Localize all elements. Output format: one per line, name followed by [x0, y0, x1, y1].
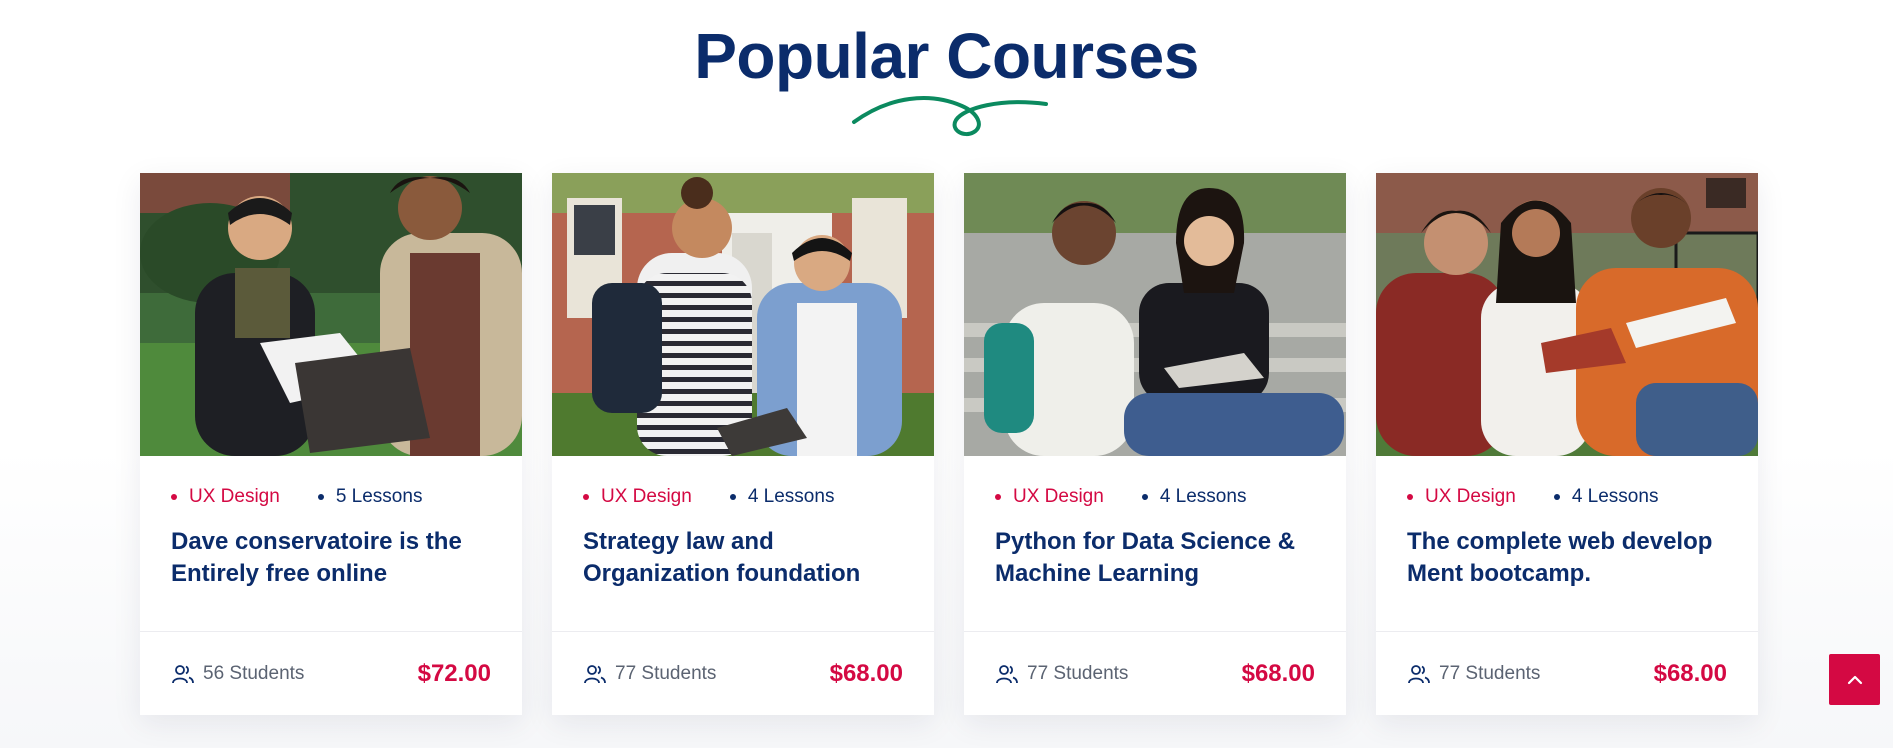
bullet-icon — [1407, 494, 1413, 500]
category-label: UX Design — [189, 486, 280, 507]
bullet-icon — [1141, 494, 1148, 500]
scroll-to-top-button[interactable] — [1829, 654, 1880, 705]
course-price: $68.00 — [1653, 659, 1727, 687]
course-title[interactable]: Dave conservatoire is the Entirely free … — [171, 526, 491, 590]
course-title-line-2: Organization foundation — [583, 560, 861, 587]
course-title[interactable]: Strategy law and Organization foundation — [583, 526, 903, 590]
course-lessons: 4 Lessons — [1553, 486, 1659, 508]
course-image[interactable] — [1376, 173, 1758, 456]
users-icon — [172, 664, 194, 683]
bullet-icon — [1553, 494, 1560, 500]
course-lessons: 4 Lessons — [729, 486, 835, 508]
bullet-icon — [171, 494, 177, 500]
course-image[interactable] — [552, 173, 934, 456]
course-meta: UX Design 4 Lessons — [995, 486, 1315, 508]
course-price: $68.00 — [829, 659, 903, 687]
course-info: UX Design 4 Lessons Python for Data Scie… — [964, 456, 1346, 632]
course-card[interactable]: UX Design 4 Lessons Strategy law and Org… — [552, 173, 934, 715]
course-lessons: 4 Lessons — [1141, 486, 1247, 508]
course-meta: UX Design 5 Lessons — [171, 486, 491, 508]
course-info: UX Design 4 Lessons Strategy law and Org… — [552, 456, 934, 632]
category-label: UX Design — [1425, 486, 1516, 507]
course-category[interactable]: UX Design — [995, 486, 1104, 508]
course-title-line-1: Dave conservatoire is the — [171, 528, 462, 555]
course-category[interactable]: UX Design — [1407, 486, 1516, 508]
category-label: UX Design — [601, 486, 692, 507]
bullet-icon — [729, 494, 736, 500]
course-image[interactable] — [964, 173, 1346, 456]
course-footer: 56 Students $72.00 — [140, 632, 522, 715]
section-title: Popular Courses — [694, 20, 1199, 92]
popular-courses-section: Popular Courses UX Design 5 Lessons Dave… — [0, 0, 1893, 748]
course-footer: 77 Students $68.00 — [552, 632, 934, 715]
decorative-squiggle — [852, 96, 1048, 137]
course-meta: UX Design 4 Lessons — [583, 486, 903, 508]
course-image[interactable] — [140, 173, 522, 456]
lessons-label: 4 Lessons — [1571, 486, 1659, 507]
course-meta: UX Design 4 Lessons — [1407, 486, 1727, 508]
course-card[interactable]: UX Design 4 Lessons Python for Data Scie… — [964, 173, 1346, 715]
course-card[interactable]: UX Design 4 Lessons The complete web dev… — [1376, 173, 1758, 715]
section-header: Popular Courses — [0, 18, 1893, 94]
course-title-line-2: Ment bootcamp. — [1407, 560, 1591, 587]
course-price: $72.00 — [417, 659, 491, 687]
course-students: 56 Students — [171, 663, 304, 685]
course-lessons: 5 Lessons — [317, 486, 423, 508]
lessons-label: 4 Lessons — [1159, 486, 1247, 507]
course-category[interactable]: UX Design — [583, 486, 692, 508]
lessons-label: 4 Lessons — [747, 486, 835, 507]
course-info: UX Design 4 Lessons The complete web dev… — [1376, 456, 1758, 632]
course-title[interactable]: Python for Data Science & Machine Learni… — [995, 526, 1315, 590]
course-title[interactable]: The complete web develop Ment bootcamp. — [1407, 526, 1727, 590]
course-category[interactable]: UX Design — [171, 486, 280, 508]
course-list: UX Design 5 Lessons Dave conservatoire i… — [140, 173, 1758, 715]
course-title-line-1: Strategy law and — [583, 528, 774, 555]
course-students: 77 Students — [583, 663, 716, 685]
students-count: 77 Students — [1439, 662, 1541, 684]
course-title-line-1: Python for Data Science & — [995, 528, 1296, 555]
students-count: 77 Students — [615, 662, 717, 684]
users-icon — [996, 664, 1018, 683]
users-icon — [584, 664, 606, 683]
course-card[interactable]: UX Design 5 Lessons Dave conservatoire i… — [140, 173, 522, 715]
bullet-icon — [583, 494, 589, 500]
students-count: 77 Students — [1027, 662, 1129, 684]
course-title-line-2: Entirely free online — [171, 560, 388, 587]
course-students: 77 Students — [995, 663, 1128, 685]
lessons-label: 5 Lessons — [335, 486, 423, 507]
bullet-icon — [317, 494, 324, 500]
users-icon — [1408, 664, 1430, 683]
chevron-up-icon — [1847, 675, 1862, 684]
course-footer: 77 Students $68.00 — [964, 632, 1346, 715]
category-label: UX Design — [1013, 486, 1104, 507]
course-title-line-2: Machine Learning — [995, 560, 1200, 587]
course-students: 77 Students — [1407, 663, 1540, 685]
course-footer: 77 Students $68.00 — [1376, 632, 1758, 715]
students-count: 56 Students — [203, 662, 305, 684]
bullet-icon — [995, 494, 1001, 500]
course-info: UX Design 5 Lessons Dave conservatoire i… — [140, 456, 522, 632]
course-price: $68.00 — [1241, 659, 1315, 687]
course-title-line-1: The complete web develop — [1407, 528, 1713, 555]
